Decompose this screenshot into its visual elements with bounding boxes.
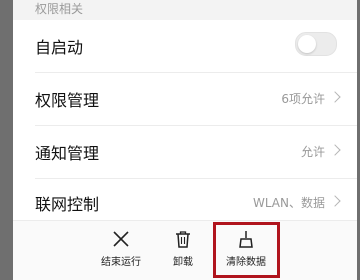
notification-management-value: 允许 [300, 145, 325, 159]
section-title: 权限相关 [35, 2, 84, 16]
highlight-box [213, 222, 280, 278]
force-stop-button[interactable]: 结束运行 [91, 221, 151, 280]
close-icon [113, 231, 129, 247]
permission-management-label: 权限管理 [35, 91, 100, 110]
chevron-right-icon [329, 144, 341, 156]
app-settings-sheet: 权限相关 自启动 权限管理 6项允许 通知管理 允许 联网控制 WLAN、数据 [13, 0, 357, 280]
uninstall-button[interactable]: 卸载 [153, 221, 213, 280]
bottom-action-bar: 结束运行 卸载 清除数据 [13, 220, 357, 280]
autostart-toggle[interactable] [295, 32, 337, 56]
autostart-row[interactable]: 自启动 [13, 20, 357, 72]
permission-management-value: 6项允许 [281, 92, 325, 106]
network-control-value: WLAN、数据 [252, 196, 325, 210]
section-header: 权限相关 [13, 0, 357, 20]
trash-icon [176, 231, 190, 248]
uninstall-label: 卸载 [173, 257, 193, 268]
force-stop-label: 结束运行 [101, 257, 141, 268]
chevron-right-icon [329, 195, 341, 207]
notification-management-label: 通知管理 [35, 144, 100, 163]
notification-management-row[interactable]: 通知管理 允许 [13, 126, 357, 178]
permission-management-row[interactable]: 权限管理 6项允许 [13, 73, 357, 125]
autostart-label: 自启动 [35, 38, 84, 57]
chevron-right-icon [329, 91, 341, 103]
network-control-label: 联网控制 [35, 195, 100, 214]
toggle-knob [298, 35, 316, 53]
